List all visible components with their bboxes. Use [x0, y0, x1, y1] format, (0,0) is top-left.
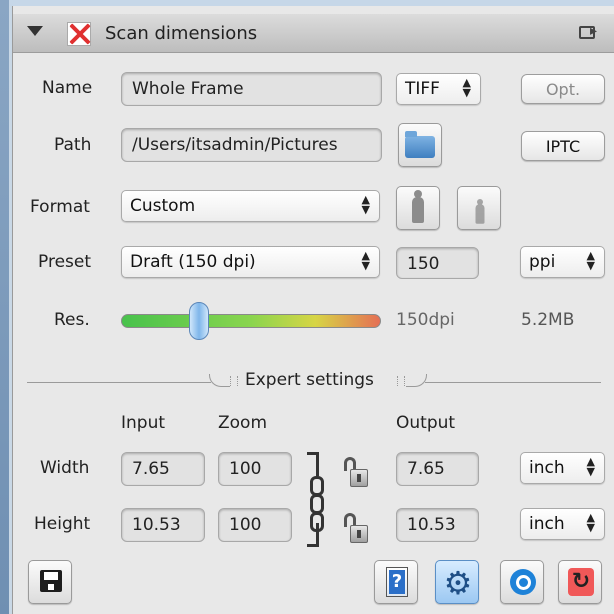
- stepper-arrows-icon: ▲ ▼: [586, 511, 595, 534]
- popout-icon[interactable]: [579, 23, 597, 39]
- format-label: Format: [30, 197, 90, 217]
- resolution-slider-knob[interactable]: [189, 302, 209, 340]
- save-button[interactable]: [28, 560, 72, 604]
- options-button[interactable]: Opt.: [521, 74, 605, 104]
- width-output-field[interactable]: 7.65: [396, 452, 479, 486]
- panel-titlebar[interactable]: Scan dimensions: [13, 14, 614, 53]
- stepper-arrows-icon: ▲ ▼: [361, 249, 370, 272]
- separator-curve-left: [209, 374, 230, 387]
- height-input-field[interactable]: 10.53: [121, 508, 205, 542]
- resolution-unit-value: ppi: [529, 252, 556, 272]
- iptc-button[interactable]: IPTC: [521, 131, 605, 161]
- format-value: Custom: [130, 196, 196, 216]
- resolution-unit-select[interactable]: ppi ▲ ▼: [520, 246, 605, 278]
- refresh-button[interactable]: ↻: [558, 560, 602, 604]
- folder-icon: [405, 131, 435, 158]
- input-column-header: Input: [121, 413, 166, 433]
- refresh-icon: ↻: [568, 568, 594, 596]
- red-x-icon: [67, 22, 91, 46]
- window-left-edge: [0, 0, 9, 614]
- filetype-select[interactable]: TIFF ▲ ▼: [396, 73, 481, 105]
- height-lock-icon[interactable]: [344, 513, 368, 545]
- preview-button[interactable]: [500, 560, 544, 604]
- width-unit-select[interactable]: inch ▲ ▼: [520, 452, 605, 484]
- preset-value: Draft (150 dpi): [130, 252, 256, 272]
- path-label: Path: [54, 135, 92, 155]
- stepper-arrows-icon: ▲ ▼: [361, 193, 370, 216]
- height-unit-value: inch: [529, 514, 565, 534]
- expert-settings-toggle[interactable]: Expert settings: [245, 370, 374, 390]
- dpi-field[interactable]: 150: [396, 247, 479, 279]
- filetype-value: TIFF: [405, 79, 440, 99]
- stepper-arrows-icon: ▲ ▼: [586, 249, 595, 272]
- magnify-icon: [510, 569, 536, 595]
- aspect-bracket-top: [307, 452, 319, 476]
- triangle-down-icon[interactable]: [27, 26, 43, 36]
- help-button[interactable]: [374, 560, 418, 604]
- preset-select[interactable]: Draft (150 dpi) ▲ ▼: [121, 246, 380, 278]
- preset-label: Preset: [38, 252, 92, 272]
- choose-folder-button[interactable]: [398, 123, 442, 167]
- width-label: Width: [40, 458, 90, 478]
- resolution-slider[interactable]: [121, 314, 381, 328]
- width-lock-icon[interactable]: [344, 457, 368, 489]
- resolution-label: Res.: [54, 310, 90, 330]
- output-column-header: Output: [396, 413, 456, 433]
- landscape-icon: [475, 199, 485, 224]
- separator-curve-right: [406, 374, 427, 387]
- landscape-button[interactable]: [457, 186, 501, 230]
- format-select[interactable]: Custom ▲ ▼: [121, 190, 380, 222]
- zoom-column-header: Zoom: [218, 413, 268, 433]
- save-icon: [40, 570, 62, 592]
- width-zoom-field[interactable]: 100: [218, 452, 292, 486]
- path-field[interactable]: /Users/itsadmin/Pictures: [121, 128, 382, 162]
- grip-right-icon: [397, 376, 405, 386]
- file-size-text: 5.2MB: [521, 310, 575, 330]
- aspect-bracket-bottom: [307, 523, 319, 547]
- height-label: Height: [34, 514, 91, 534]
- chain-link-icon[interactable]: [310, 476, 324, 532]
- width-unit-value: inch: [529, 458, 565, 478]
- name-label: Name: [42, 78, 93, 98]
- height-zoom-field[interactable]: 100: [218, 508, 292, 542]
- stepper-arrows-icon: ▲ ▼: [462, 76, 471, 99]
- portrait-button[interactable]: [396, 186, 440, 230]
- panel-title: Scan dimensions: [105, 23, 258, 44]
- separator-line-left: [27, 382, 211, 383]
- height-output-field[interactable]: 10.53: [396, 508, 479, 542]
- gear-icon: ⚙: [443, 564, 473, 602]
- grip-left-icon: [230, 376, 238, 386]
- settings-button[interactable]: ⚙: [435, 560, 479, 604]
- height-unit-select[interactable]: inch ▲ ▼: [520, 508, 605, 540]
- name-field[interactable]: Whole Frame: [121, 72, 382, 106]
- width-input-field[interactable]: 7.65: [121, 452, 205, 486]
- separator-line-right: [425, 382, 601, 383]
- stepper-arrows-icon: ▲ ▼: [586, 455, 595, 478]
- portrait-icon: [412, 190, 424, 223]
- scan-dimensions-panel: Scan dimensions Name Whole Frame TIFF ▲▼…: [12, 6, 614, 614]
- resolution-dpi-text: 150dpi: [396, 310, 455, 330]
- help-icon: [386, 567, 408, 597]
